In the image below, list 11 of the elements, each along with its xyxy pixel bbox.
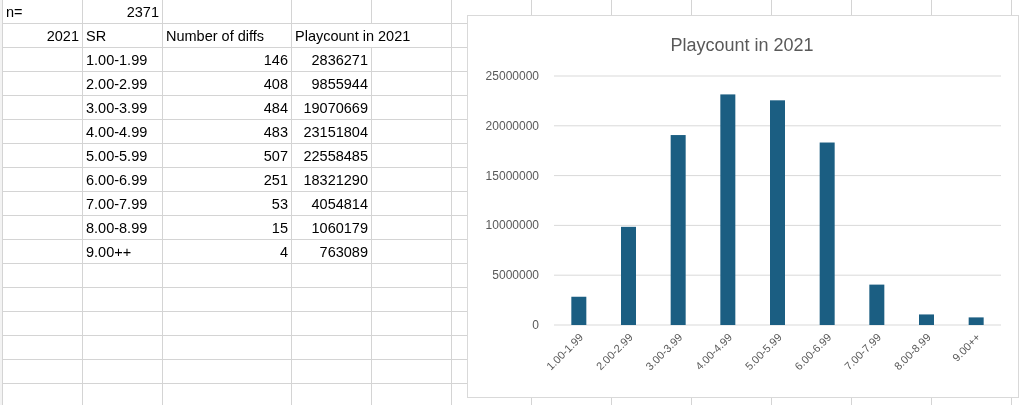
chart-title: Playcount in 2021 (670, 35, 814, 55)
bar (869, 284, 885, 325)
y-axis-label: 5000000 (492, 268, 539, 283)
y-axis-label: 0 (532, 318, 539, 332)
bar (919, 314, 934, 325)
bar (968, 317, 984, 325)
bar (571, 296, 587, 325)
y-axis-label: 10000000 (485, 218, 539, 233)
y-axis-label: 25000000 (485, 69, 539, 83)
y-axis-label: 15000000 (485, 168, 539, 183)
y-axis-label: 20000000 (485, 118, 539, 133)
